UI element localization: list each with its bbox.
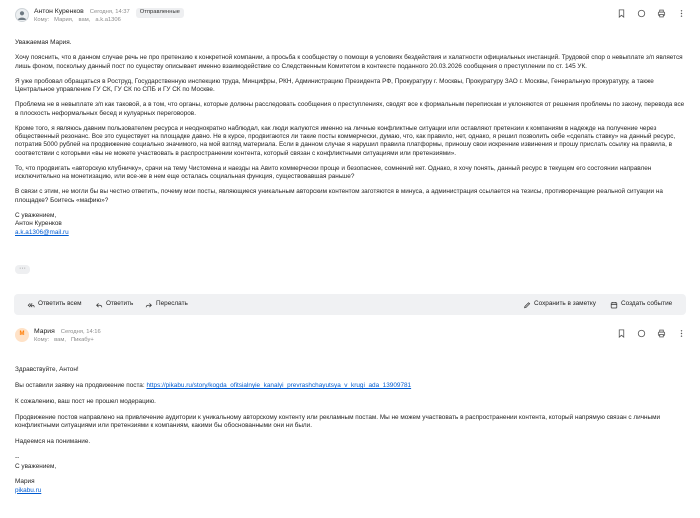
note-icon bbox=[524, 301, 531, 308]
sender-name[interactable]: Антон Куренков bbox=[34, 8, 84, 17]
greeting: Уважаемая Мария. bbox=[15, 39, 72, 46]
recipient[interactable]: Пикабу+ bbox=[71, 337, 94, 345]
paragraph: Я уже пробовал обращаться в Роструд, Гос… bbox=[15, 77, 654, 93]
paragraph: Хочу пояснить, что в данном случае речь … bbox=[15, 54, 683, 70]
recipient[interactable]: a.k.a1306 bbox=[95, 17, 120, 25]
reply-label: Ответить bbox=[106, 300, 134, 308]
print-icon[interactable] bbox=[656, 328, 666, 338]
mark-unread-icon[interactable] bbox=[636, 328, 646, 338]
forward-button[interactable]: Переслать bbox=[145, 294, 188, 315]
more-options-icon[interactable] bbox=[676, 8, 686, 18]
to-label: Кому: bbox=[34, 17, 50, 23]
signature-separator: -- bbox=[15, 454, 20, 462]
save-note-label: Сохранить в заметку bbox=[534, 300, 596, 308]
save-note-button[interactable]: Сохранить в заметку bbox=[523, 294, 596, 315]
recipients-line: Кому: вам, Пикабу+ bbox=[34, 337, 94, 345]
show-quoted-button[interactable]: ··· bbox=[15, 265, 30, 274]
user-icon bbox=[17, 11, 27, 20]
recipient[interactable]: вам, bbox=[79, 17, 91, 25]
paragraph: Вы оставили заявку на продвижение поста:… bbox=[15, 382, 685, 390]
forward-label: Переслать bbox=[156, 300, 188, 308]
sender-avatar[interactable] bbox=[15, 8, 29, 22]
signature-regards: С уважением, bbox=[15, 462, 57, 470]
more-options-icon[interactable] bbox=[676, 328, 686, 338]
reply-all-icon bbox=[27, 302, 35, 307]
signature-regards: С уважением, bbox=[15, 211, 57, 219]
paragraph: То, что продвигать «авторскую клубничку»… bbox=[15, 164, 652, 181]
sender-avatar[interactable]: М bbox=[15, 328, 29, 342]
message-1-actions bbox=[616, 8, 686, 18]
bookmark-icon[interactable] bbox=[616, 328, 626, 338]
paragraph: Кроме того, я являюсь давним пользовател… bbox=[15, 124, 676, 157]
paragraph: Проблема не в невыплате з/п как таковой,… bbox=[15, 101, 685, 117]
reply-all-label: Ответить всем bbox=[38, 300, 82, 308]
bookmark-icon[interactable] bbox=[616, 8, 626, 18]
recipient[interactable]: Мария, bbox=[54, 17, 73, 25]
create-event-label: Создать событие bbox=[621, 300, 673, 308]
print-icon[interactable] bbox=[656, 8, 666, 18]
signature-name: Антон Куренков bbox=[15, 220, 62, 228]
calendar-icon bbox=[610, 301, 618, 308]
message-time: Сегодня, 14:16 bbox=[60, 328, 101, 335]
signature-email-link[interactable]: a.k.a1306@mail.ru bbox=[15, 229, 69, 236]
message-1: Антон Куренков Сегодня, 14:37 Отправленн… bbox=[0, 0, 700, 274]
paragraph: Надеемся на понимание. bbox=[15, 438, 91, 446]
post-link[interactable]: https://pikabu.ru/story/kogda_ofitsialny… bbox=[146, 382, 411, 389]
paragraph: В связи с этим, не могли бы вы честно от… bbox=[15, 188, 663, 204]
signature-name: Мария bbox=[15, 478, 35, 486]
message-1-body: Уважаемая Мария. Хочу пояснить, что в да… bbox=[15, 39, 685, 237]
message-time: Сегодня, 14:37 bbox=[89, 9, 130, 15]
paragraph: К сожалению, ваш пост не прошел модераци… bbox=[15, 397, 156, 405]
reply-toolbar: Ответить всем Ответить Переслать Сохрани… bbox=[14, 294, 686, 315]
forward-icon bbox=[145, 302, 152, 307]
signature: С уважением, Антон Куренков a.k.a1306@ma… bbox=[15, 212, 685, 237]
sender-name[interactable]: Мария bbox=[34, 328, 55, 337]
mark-unread-icon[interactable] bbox=[636, 8, 646, 18]
message-2-actions bbox=[616, 328, 686, 338]
folder-badge[interactable]: Отправленные bbox=[135, 8, 184, 18]
signature-site-link[interactable]: pikabu.ru bbox=[15, 487, 41, 494]
message-2-header: М Мария Сегодня, 14:16 Кому: вам, Пикабу… bbox=[0, 320, 700, 350]
signature: -- С уважением, Мария pikabu.ru bbox=[15, 454, 685, 495]
create-event-button[interactable]: Создать событие bbox=[610, 294, 672, 315]
to-label: Кому: bbox=[34, 337, 50, 343]
reply-button[interactable]: Ответить bbox=[95, 294, 133, 315]
recipient[interactable]: вам, bbox=[54, 337, 66, 345]
message-2: М Мария Сегодня, 14:16 Кому: вам, Пикабу… bbox=[0, 320, 700, 494]
message-1-header: Антон Куренков Сегодня, 14:37 Отправленн… bbox=[0, 0, 700, 30]
promo-request-text: Вы оставили заявку на продвижение поста: bbox=[15, 381, 145, 389]
message-2-body: Здравствуйте, Антон! Вы оставили заявку … bbox=[15, 366, 685, 495]
recipients-line: Кому: Мария, вам, a.k.a1306 bbox=[34, 17, 121, 25]
paragraph: Продвижение постов направлено на привлеч… bbox=[15, 413, 661, 430]
greeting: Здравствуйте, Антон! bbox=[15, 366, 79, 373]
reply-icon bbox=[96, 302, 103, 307]
reply-all-button[interactable]: Ответить всем bbox=[27, 294, 82, 315]
